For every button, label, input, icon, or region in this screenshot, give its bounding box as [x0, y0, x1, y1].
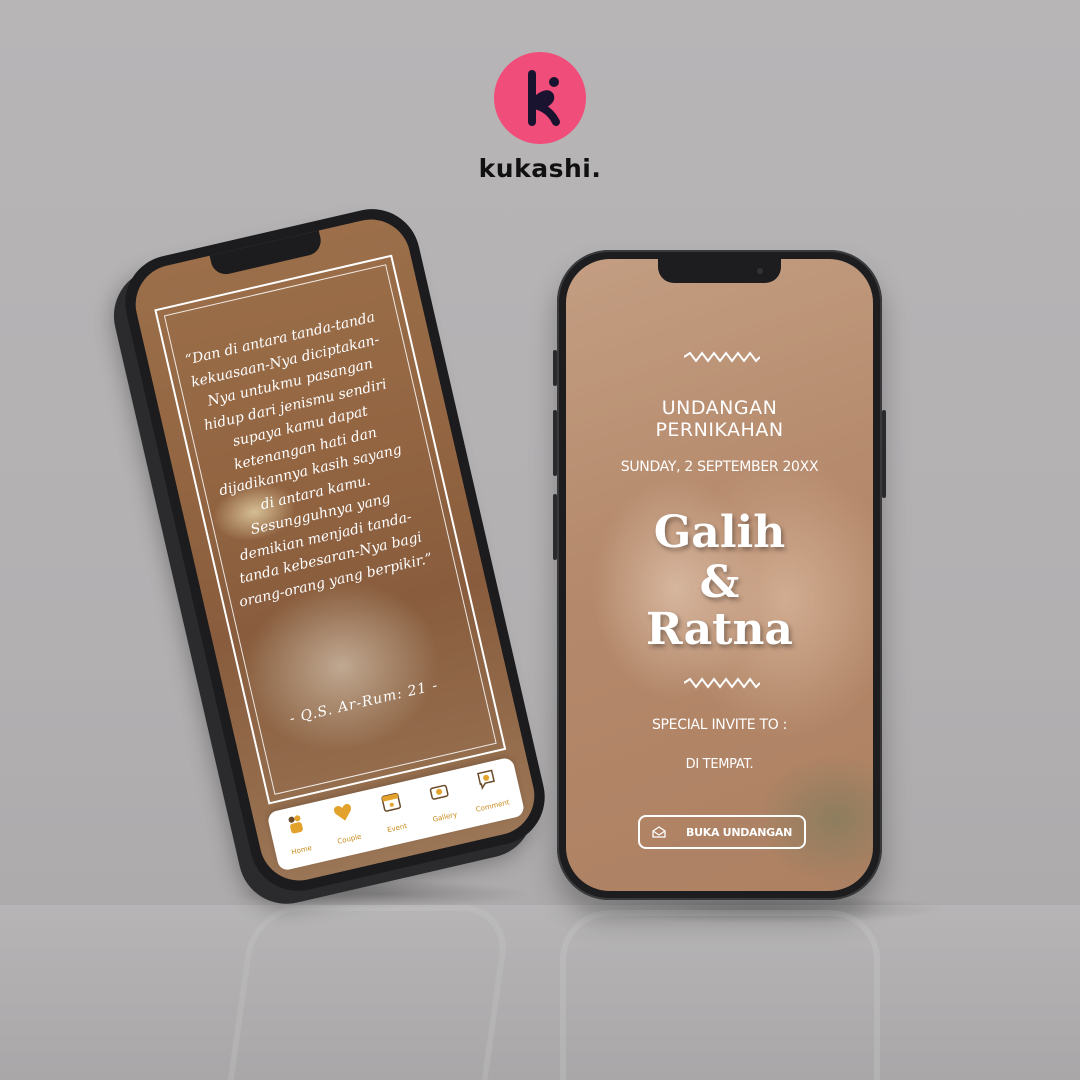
invitation-screen: UNDANGAN PERNIKAHAN SUNDAY, 2 SEPTEMBER …	[566, 259, 873, 891]
nav-item-couple[interactable]: Couple	[317, 797, 373, 849]
nav-item-home[interactable]: Home	[270, 808, 326, 860]
calendar-icon	[381, 792, 402, 812]
heart-icon	[333, 803, 351, 821]
brand-header: kukashi.	[0, 52, 1080, 183]
open-invitation-label: BUKA UNDANGAN	[686, 826, 793, 839]
nav-item-comment[interactable]: Comment	[461, 764, 517, 816]
right-phone-mockup: UNDANGAN PERNIKAHAN SUNDAY, 2 SEPTEMBER …	[553, 250, 886, 900]
camera-icon	[429, 784, 449, 800]
nav-item-gallery[interactable]: Gallery	[413, 775, 469, 827]
volume-up-button	[553, 410, 557, 476]
quote-screen: “Dan di antara tanda-tanda kekuasaan-Nya…	[127, 211, 543, 889]
envelope-icon	[652, 826, 666, 838]
wedding-date: SUNDAY, 2 SEPTEMBER 20XX	[620, 459, 819, 475]
groom-name: Galih	[653, 507, 786, 558]
phone-notch	[658, 259, 781, 283]
quote-frame: “Dan di antara tanda-tanda kekuasaan-Nya…	[154, 254, 507, 805]
power-button	[882, 410, 886, 498]
top-wave-ornament	[684, 351, 760, 363]
bottom-wave-ornament	[684, 677, 760, 689]
nav-item-event[interactable]: Event	[365, 786, 421, 838]
volume-down-button	[553, 494, 557, 560]
left-phone-reflection	[227, 905, 513, 1080]
ampersand: &	[699, 557, 740, 608]
floor-reflection	[0, 905, 1080, 1080]
right-phone-reflection	[560, 910, 880, 1080]
open-invitation-button[interactable]: BUKA UNDANGAN	[638, 815, 806, 849]
bride-name: Ratna	[646, 604, 793, 655]
brand-name: kukashi.	[478, 154, 602, 183]
invitation-title: UNDANGAN PERNIKAHAN	[655, 397, 784, 441]
couple-icon	[288, 815, 303, 834]
special-invite-label: SPECIAL INVITE TO :	[651, 717, 788, 733]
kukashi-logo-icon	[494, 52, 586, 144]
left-phone-mockup: “Dan di antara tanda-tanda kekuasaan-Nya…	[115, 199, 555, 901]
mute-switch	[553, 350, 557, 386]
left-phone-body: “Dan di antara tanda-tanda kekuasaan-Nya…	[115, 199, 555, 901]
chat-icon	[477, 769, 495, 790]
place-label: DI TEMPAT.	[685, 757, 754, 772]
